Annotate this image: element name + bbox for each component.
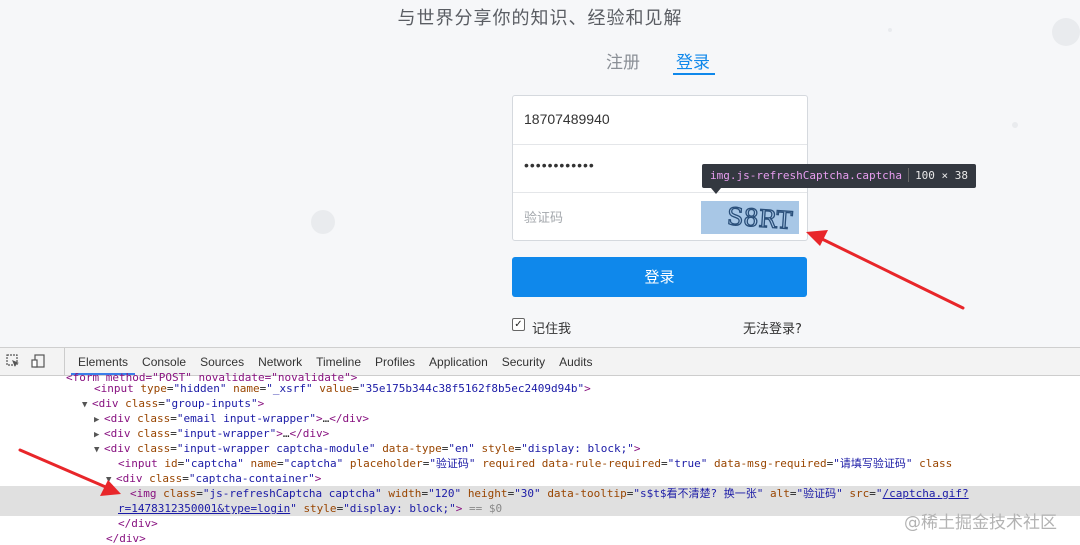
decorative-dot bbox=[1012, 122, 1018, 128]
tab-register[interactable]: 注册 bbox=[606, 48, 640, 73]
dom-line[interactable]: <input id="captcha" name="captcha" place… bbox=[0, 456, 1080, 471]
tooltip-selector: img.js-refreshCaptcha.captcha bbox=[710, 169, 903, 182]
tooltip-dimensions: 100 × 38 bbox=[915, 169, 969, 182]
phone-value: 18707489940 bbox=[524, 111, 610, 127]
captcha-src-link[interactable]: /captcha.gif? bbox=[883, 487, 969, 500]
tooltip-arrow bbox=[711, 188, 721, 194]
captcha-text: S8RT bbox=[726, 202, 793, 234]
slogan: 与世界分享你的知识、经验和见解 bbox=[397, 8, 683, 29]
active-tab-indicator bbox=[673, 73, 715, 75]
remember-label: 记住我 bbox=[532, 322, 572, 337]
cant-login-link[interactable]: 无法登录? bbox=[743, 318, 802, 337]
dom-line[interactable]: </div> bbox=[0, 531, 1080, 545]
remember-checkbox[interactable]: ✓ bbox=[512, 318, 525, 331]
captcha-placeholder: 验证码 bbox=[524, 211, 564, 226]
device-toggle-icon[interactable] bbox=[31, 354, 45, 368]
password-value: •••••••••••• bbox=[524, 157, 595, 173]
inspect-icon[interactable] bbox=[6, 354, 20, 368]
phone-field[interactable]: 18707489940 bbox=[513, 96, 807, 143]
element-inspect-tooltip: img.js-refreshCaptcha.captcha 100 × 38 bbox=[702, 164, 977, 188]
dom-line[interactable]: ▼ <div class="input-wrapper captcha-modul… bbox=[0, 441, 1080, 456]
dom-line[interactable]: ▶ <div class="email input-wrapper">…</div… bbox=[0, 411, 1080, 426]
dom-line[interactable]: ▼ <div class="captcha-container"> bbox=[0, 471, 1080, 486]
screenshot: 与世界分享你的知识、经验和见解 注册 登录 18707489940 ••••••… bbox=[0, 0, 1080, 545]
captcha-field[interactable]: 验证码 S8RT bbox=[513, 192, 807, 239]
login-page: 与世界分享你的知识、经验和见解 注册 登录 18707489940 ••••••… bbox=[0, 0, 1080, 347]
dom-line[interactable]: <input type="hidden" name="_xsrf" value=… bbox=[0, 381, 1080, 396]
decorative-dot bbox=[311, 210, 335, 234]
dom-line[interactable]: ▼ <div class="group-inputs"> bbox=[0, 396, 1080, 411]
tab-login[interactable]: 登录 bbox=[676, 48, 710, 73]
login-button[interactable]: 登录 bbox=[512, 257, 807, 297]
captcha-image[interactable]: S8RT bbox=[701, 201, 799, 234]
dom-line[interactable]: ▶ <div class="input-wrapper">…</div> bbox=[0, 426, 1080, 441]
watermark: @稀土掘金技术社区 bbox=[904, 513, 1057, 533]
